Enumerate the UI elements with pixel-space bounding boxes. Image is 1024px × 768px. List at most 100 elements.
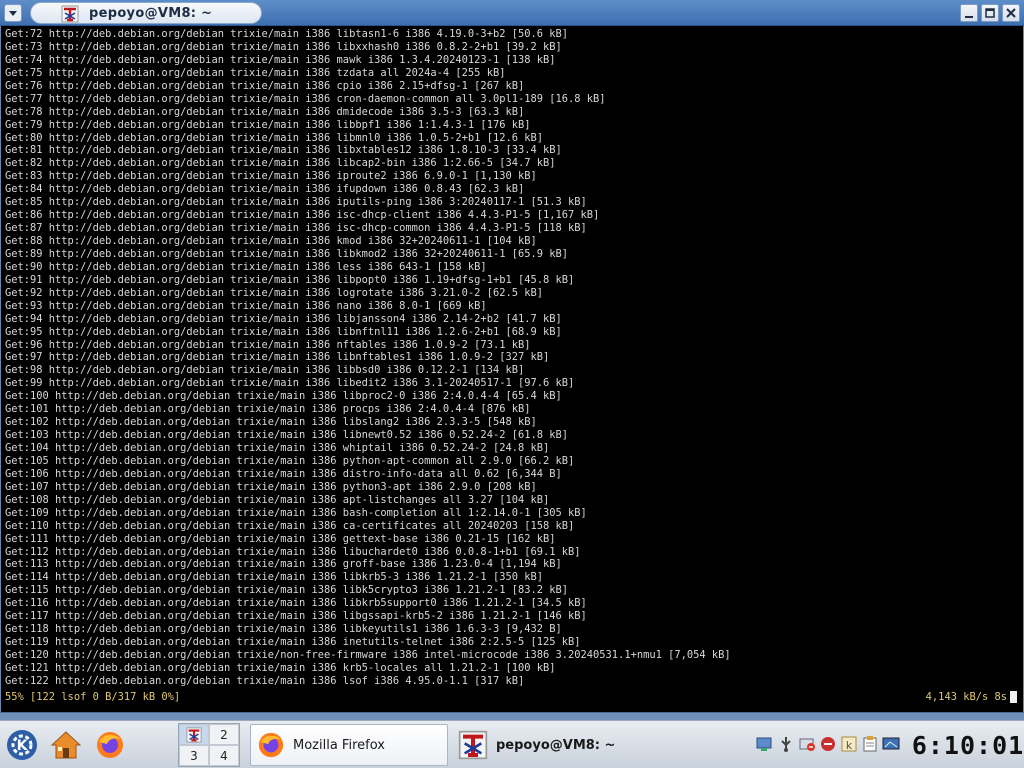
close-icon (1006, 8, 1016, 18)
terminal-line: Get:95 http://deb.debian.org/debian trix… (5, 325, 562, 338)
network-icon[interactable] (756, 733, 774, 755)
terminal-line: Get:111 http://deb.debian.org/debian tri… (5, 532, 556, 545)
terminal-line: Get:112 http://deb.debian.org/debian tri… (5, 545, 581, 558)
terminal-line: Get:75 http://deb.debian.org/debian trix… (5, 66, 506, 79)
firefox-icon (97, 732, 123, 758)
terminal-line: Get:73 http://deb.debian.org/debian trix… (5, 40, 562, 53)
terminal-line: Get:85 http://deb.debian.org/debian trix… (5, 196, 587, 209)
home-folder-launcher[interactable] (48, 727, 84, 763)
terminal-line: Get:119 http://deb.debian.org/debian tri… (5, 636, 581, 649)
terminal-line: Get:90 http://deb.debian.org/debian trix… (5, 260, 487, 273)
firefox-icon (258, 732, 284, 758)
terminal-line: Get:92 http://deb.debian.org/debian trix… (5, 286, 543, 299)
terminal-line: Get:94 http://deb.debian.org/debian trix… (5, 312, 562, 325)
terminal-line: Get:122 http://deb.debian.org/debian tri… (5, 674, 525, 687)
terminal-line: Get:106 http://deb.debian.org/debian tri… (5, 467, 562, 480)
desktop-pager: 2 3 4 (178, 723, 240, 767)
terminal-app-icon (61, 5, 79, 23)
terminal-line: Get:82 http://deb.debian.org/debian trix… (5, 157, 556, 170)
terminal-line: Get:97 http://deb.debian.org/debian trix… (5, 351, 550, 364)
window-menu-button[interactable] (4, 4, 22, 22)
system-tray: k (756, 733, 900, 755)
chevron-down-icon (9, 11, 17, 16)
close-button[interactable] (1002, 4, 1020, 22)
task-firefox[interactable]: Mozilla Firefox (250, 724, 448, 766)
terminal-line: Get:79 http://deb.debian.org/debian trix… (5, 118, 531, 131)
terminal-line: Get:107 http://deb.debian.org/debian tri… (5, 480, 537, 493)
svg-text:K: K (17, 738, 29, 754)
terminal-line: Get:103 http://deb.debian.org/debian tri… (5, 429, 569, 442)
desktop-2-button[interactable]: 2 (209, 724, 239, 745)
minimize-button[interactable] (960, 4, 978, 22)
terminal-line: Get:115 http://deb.debian.org/debian tri… (5, 584, 569, 597)
clipboard-icon[interactable] (861, 733, 879, 755)
terminal-line: Get:81 http://deb.debian.org/debian trix… (5, 144, 562, 157)
security-icon[interactable] (819, 733, 837, 755)
task-firefox-label: Mozilla Firefox (293, 737, 385, 753)
terminal-lines: Get:72 http://deb.debian.org/debian trix… (5, 28, 1015, 688)
terminal-line: Get:78 http://deb.debian.org/debian trix… (5, 105, 525, 118)
update-icon[interactable] (798, 733, 816, 755)
terminal-line: Get:102 http://deb.debian.org/debian tri… (5, 416, 537, 429)
terminal-line: Get:113 http://deb.debian.org/debian tri… (5, 558, 562, 571)
task-terminal-label: pepoyo@VM8: ~ (496, 737, 616, 753)
terminal-line: Get:86 http://deb.debian.org/debian trix… (5, 209, 600, 222)
apt-progress-status: 55% [122 lsof 0 B/317 kB 0%] 4,143 kB/s … (5, 691, 1017, 705)
home-icon (50, 731, 82, 759)
terminal-line: Get:117 http://deb.debian.org/debian tri… (5, 610, 587, 623)
window-title-pill: pepoyo@VM8: ~ (30, 2, 262, 24)
terminal-line: Get:100 http://deb.debian.org/debian tri… (5, 390, 562, 403)
terminal-line: Get:83 http://deb.debian.org/debian trix… (5, 170, 537, 183)
terminal-line: Get:101 http://deb.debian.org/debian tri… (5, 403, 531, 416)
maximize-button[interactable] (981, 4, 999, 22)
download-speed: 4,143 kB/s 8s (925, 691, 1007, 703)
minimize-icon (965, 16, 973, 18)
keyboard-icon[interactable]: k (840, 733, 858, 755)
window-bottom-border[interactable] (0, 712, 1024, 720)
task-terminal[interactable]: pepoyo@VM8: ~ (452, 724, 652, 766)
terminal-app-icon (458, 730, 488, 760)
terminal-line: Get:76 http://deb.debian.org/debian trix… (5, 79, 525, 92)
firefox-launcher[interactable] (92, 727, 128, 763)
terminal-line: Get:118 http://deb.debian.org/debian tri… (5, 623, 562, 636)
window-titlebar[interactable]: pepoyo@VM8: ~ (0, 0, 1024, 26)
terminal-line: Get:99 http://deb.debian.org/debian trix… (5, 377, 575, 390)
desktop-3-button[interactable]: 3 (179, 745, 209, 766)
terminal-line: Get:116 http://deb.debian.org/debian tri… (5, 597, 587, 610)
kde-logo-icon: K (7, 730, 37, 760)
svg-text:k: k (846, 739, 853, 752)
terminal-cursor (1010, 691, 1017, 703)
terminal-line: Get:77 http://deb.debian.org/debian trix… (5, 92, 606, 105)
terminal-line: Get:93 http://deb.debian.org/debian trix… (5, 299, 487, 312)
terminal-line: Get:98 http://deb.debian.org/debian trix… (5, 364, 525, 377)
terminal-line: Get:84 http://deb.debian.org/debian trix… (5, 183, 525, 196)
terminal-line: Get:88 http://deb.debian.org/debian trix… (5, 235, 537, 247)
display-icon[interactable] (882, 733, 900, 755)
progress-text: 55% [122 lsof 0 B/317 kB 0%] (5, 691, 181, 703)
terminal-line: Get:109 http://deb.debian.org/debian tri… (5, 506, 587, 519)
terminal-line: Get:89 http://deb.debian.org/debian trix… (5, 247, 569, 260)
terminal-line: Get:110 http://deb.debian.org/debian tri… (5, 519, 575, 532)
terminal-line: Get:120 http://deb.debian.org/debian tri… (5, 649, 731, 661)
window-title: pepoyo@VM8: ~ (89, 5, 213, 21)
desktop-1-button[interactable] (179, 724, 209, 745)
terminal-line: Get:72 http://deb.debian.org/debian trix… (5, 28, 569, 40)
terminal-line: Get:96 http://deb.debian.org/debian trix… (5, 338, 531, 351)
terminal-line: Get:87 http://deb.debian.org/debian trix… (5, 222, 587, 235)
terminal-line: Get:80 http://deb.debian.org/debian trix… (5, 131, 543, 144)
terminal-line: Get:114 http://deb.debian.org/debian tri… (5, 571, 543, 584)
usb-icon[interactable] (777, 733, 795, 755)
terminal-line: Get:105 http://deb.debian.org/debian tri… (5, 454, 575, 467)
terminal-line: Get:74 http://deb.debian.org/debian trix… (5, 53, 556, 66)
terminal-line: Get:121 http://deb.debian.org/debian tri… (5, 661, 556, 674)
desktop-4-button[interactable]: 4 (209, 745, 239, 766)
restore-icon (985, 8, 995, 18)
taskbar-clock[interactable]: 6:10:01 (912, 729, 1023, 761)
taskbar: K 2 3 4 Mozilla Firefox pepoyo@VM8: ~ k … (0, 720, 1024, 768)
terminal-app-icon (186, 726, 202, 743)
k-menu-button[interactable]: K (4, 727, 40, 763)
terminal-line: Get:91 http://deb.debian.org/debian trix… (5, 273, 575, 286)
terminal-line: Get:108 http://deb.debian.org/debian tri… (5, 493, 550, 506)
terminal-line: Get:104 http://deb.debian.org/debian tri… (5, 442, 550, 454)
terminal-output[interactable]: Get:72 http://deb.debian.org/debian trix… (0, 26, 1024, 712)
